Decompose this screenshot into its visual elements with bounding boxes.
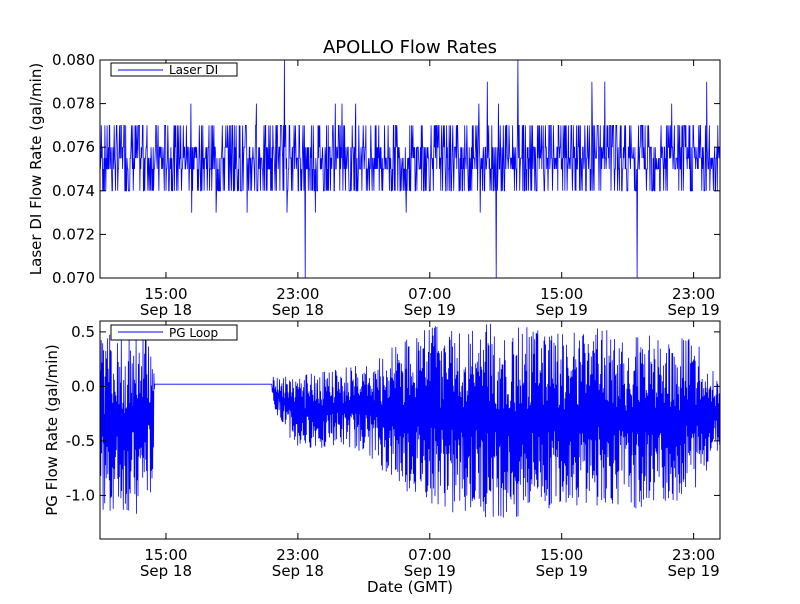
- x-tick-label-date: Sep 19: [668, 301, 720, 319]
- x-tick-label-date: Sep 19: [536, 562, 588, 580]
- panel-pg-loop: -1.0-0.50.00.5 15:00Sep 1823:00Sep 1807:…: [43, 320, 721, 596]
- legend-label-pg-loop: PG Loop: [169, 326, 218, 340]
- legend-bottom: PG Loop: [110, 324, 238, 341]
- y-tick-label: 0.076: [52, 138, 95, 156]
- x-tick-label-date: Sep 19: [536, 301, 588, 319]
- x-tick-label-date: Sep 18: [272, 562, 324, 580]
- chart-title: APOLLO Flow Rates: [323, 37, 497, 58]
- y-tick-label: 0.070: [52, 269, 95, 287]
- x-tick-label-date: Sep 19: [404, 301, 456, 319]
- y-tick-label: 0.074: [52, 182, 95, 200]
- chart-svg: APOLLO Flow Rates 0.070 0.072 0.074 0.076 0.…: [27, 37, 721, 596]
- figure: APOLLO Flow Rates 0.070 0.072 0.074 0.076 0.…: [0, 0, 800, 600]
- y-axis-label-top: Laser DI Flow Rate (gal/min): [27, 63, 45, 275]
- y-tick-label: -1.0: [66, 486, 95, 504]
- y-tick-label: -0.5: [66, 432, 95, 450]
- y-axis-label-bottom: PG Flow Rate (gal/min): [43, 344, 61, 516]
- legend-label-laser-di: Laser DI: [169, 63, 218, 77]
- x-tick-label-date: Sep 18: [272, 301, 324, 319]
- x-axis-label: Date (GMT): [367, 578, 453, 596]
- y-tick-label: 0.0: [71, 377, 95, 395]
- y-tick-label: 0.5: [71, 323, 95, 341]
- panel-laser-di: APOLLO Flow Rates 0.070 0.072 0.074 0.076 0.…: [27, 37, 721, 319]
- y-tick-label: 0.080: [52, 51, 95, 69]
- y-tick-label: 0.072: [52, 225, 95, 243]
- x-tick-label-date: Sep 18: [140, 562, 192, 580]
- y-tick-label: 0.078: [52, 95, 95, 113]
- legend-top: Laser DI: [110, 62, 238, 77]
- x-tick-label-date: Sep 18: [140, 301, 192, 319]
- x-tick-label-date: Sep 19: [668, 562, 720, 580]
